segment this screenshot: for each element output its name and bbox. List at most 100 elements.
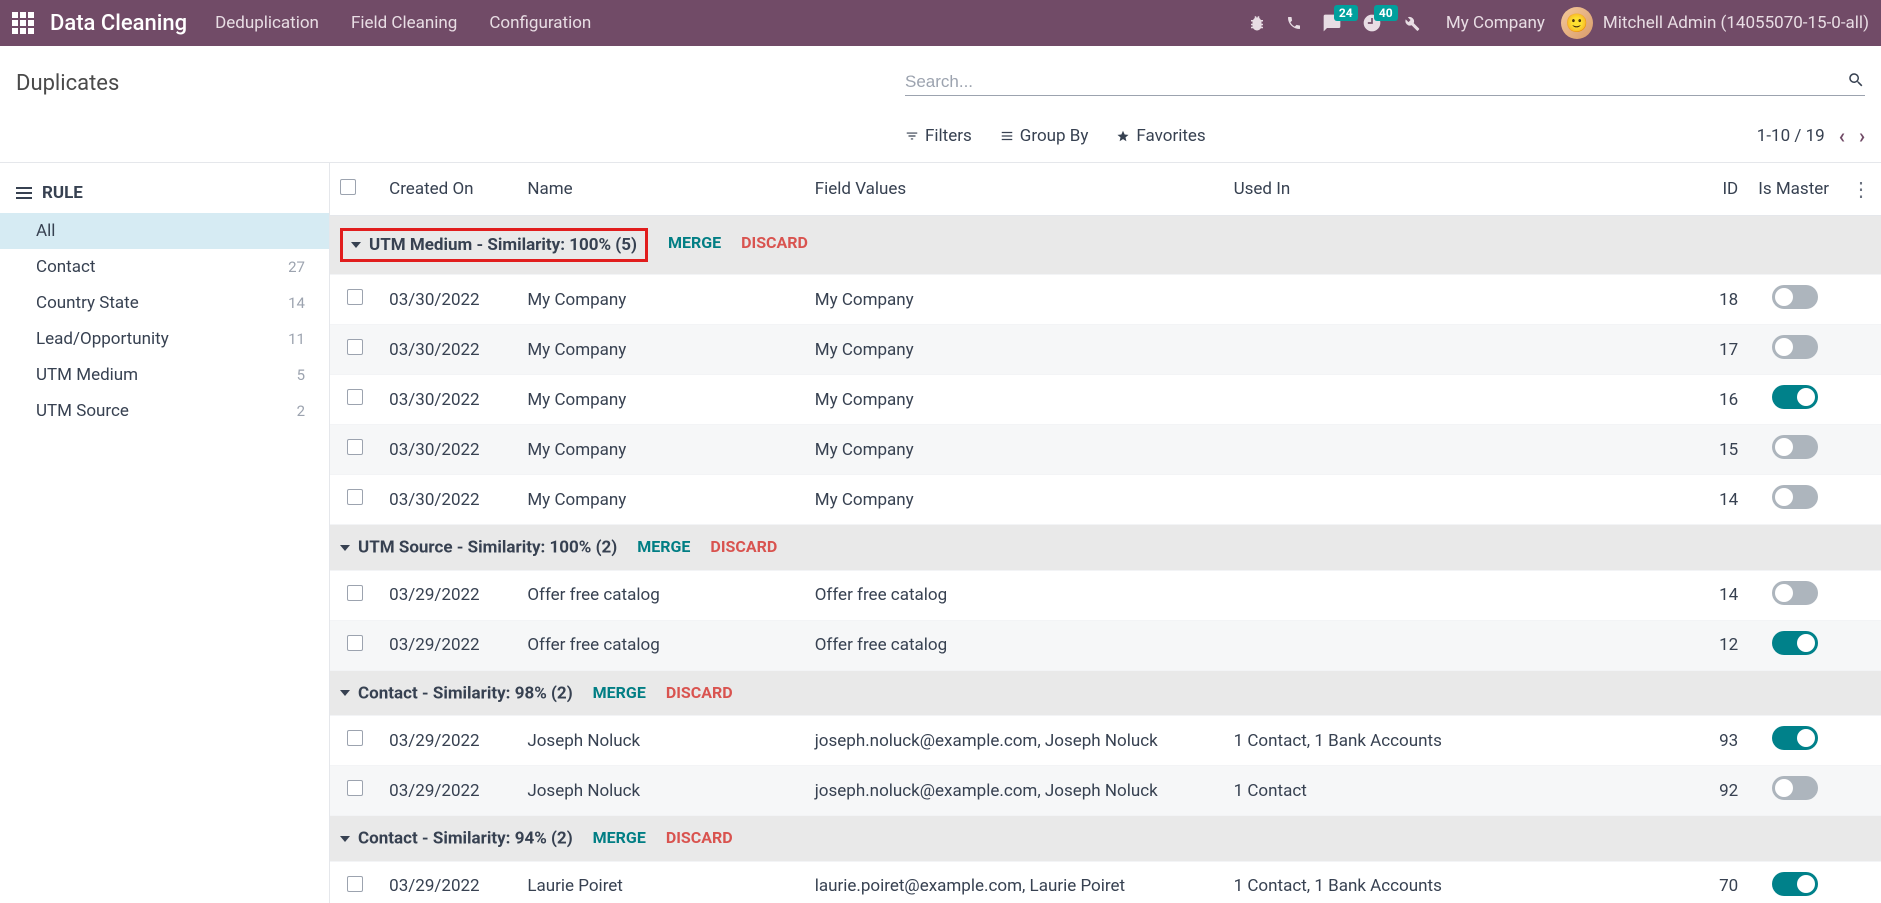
company-switcher[interactable]: My Company [1446, 13, 1545, 33]
group-header-row[interactable]: UTM Source - Similarity: 100% (2)MERGEDI… [330, 525, 1881, 571]
sidebar-header[interactable]: RULE [0, 173, 329, 213]
group-header-row[interactable]: Contact - Similarity: 98% (2)MERGEDISCAR… [330, 670, 1881, 716]
row-checkbox[interactable] [347, 389, 363, 405]
cell-field: joseph.noluck@example.com, Joseph Noluck [805, 766, 1224, 816]
discard-button[interactable]: DISCARD [666, 683, 733, 702]
row-checkbox[interactable] [347, 635, 363, 651]
filters-button[interactable]: Filters [905, 126, 972, 146]
merge-button[interactable]: MERGE [668, 233, 721, 252]
table-row[interactable]: 03/30/2022 My Company My Company 15 [330, 425, 1881, 475]
is-master-toggle[interactable] [1772, 872, 1818, 896]
apps-icon[interactable] [12, 12, 34, 34]
hamburger-icon [16, 187, 32, 199]
row-checkbox[interactable] [347, 339, 363, 355]
cell-name: Joseph Noluck [517, 716, 804, 766]
table-row[interactable]: 03/29/2022 Offer free catalog Offer free… [330, 570, 1881, 620]
cell-id: 14 [1689, 475, 1748, 525]
col-field[interactable]: Field Values [805, 163, 1224, 216]
table-row[interactable]: 03/30/2022 My Company My Company 16 [330, 375, 1881, 425]
cell-id: 18 [1689, 275, 1748, 325]
search-input[interactable] [905, 72, 1847, 92]
is-master-toggle[interactable] [1772, 726, 1818, 750]
sidebar-item-label: Contact [36, 257, 95, 277]
is-master-toggle[interactable] [1772, 631, 1818, 655]
table-row[interactable]: 03/29/2022 Laurie Poiret laurie.poiret@e… [330, 861, 1881, 903]
is-master-toggle[interactable] [1772, 285, 1818, 309]
cell-created: 03/29/2022 [379, 620, 517, 670]
merge-button[interactable]: MERGE [593, 683, 646, 702]
nav-configuration[interactable]: Configuration [489, 13, 591, 33]
merge-button[interactable]: MERGE [637, 537, 690, 556]
row-checkbox[interactable] [347, 439, 363, 455]
pager-prev[interactable]: ‹ [1839, 124, 1845, 148]
pager-text: 1-10 / 19 [1757, 126, 1825, 146]
is-master-toggle[interactable] [1772, 485, 1818, 509]
pager-next[interactable]: › [1859, 124, 1865, 148]
col-id[interactable]: ID [1689, 163, 1748, 216]
sidebar-item-count: 14 [288, 294, 305, 312]
sidebar-item[interactable]: All [0, 213, 329, 249]
cell-field: My Company [805, 325, 1224, 375]
table-row[interactable]: 03/29/2022 Joseph Noluck joseph.noluck@e… [330, 716, 1881, 766]
discard-button[interactable]: DISCARD [741, 233, 808, 252]
search-icon[interactable] [1847, 71, 1865, 93]
sidebar-item[interactable]: Contact27 [0, 249, 329, 285]
filters-label: Filters [925, 126, 972, 146]
sidebar-item[interactable]: UTM Source2 [0, 393, 329, 429]
cell-field: My Company [805, 475, 1224, 525]
row-checkbox[interactable] [347, 289, 363, 305]
table-row[interactable]: 03/30/2022 My Company My Company 17 [330, 325, 1881, 375]
is-master-toggle[interactable] [1772, 435, 1818, 459]
nav-deduplication[interactable]: Deduplication [215, 13, 319, 33]
is-master-toggle[interactable] [1772, 335, 1818, 359]
cell-created: 03/29/2022 [379, 570, 517, 620]
nav-field-cleaning[interactable]: Field Cleaning [351, 13, 457, 33]
group-header-row[interactable]: UTM Medium - Similarity: 100% (5) MERGE DI… [330, 216, 1881, 275]
table-row[interactable]: 03/30/2022 My Company My Company 18 [330, 275, 1881, 325]
col-created[interactable]: Created On [379, 163, 517, 216]
sidebar-item[interactable]: Country State14 [0, 285, 329, 321]
select-all-checkbox[interactable] [340, 179, 356, 195]
row-checkbox[interactable] [347, 780, 363, 796]
col-used[interactable]: Used In [1224, 163, 1690, 216]
chevron-down-icon [340, 545, 350, 551]
table-row[interactable]: 03/29/2022 Joseph Noluck joseph.noluck@e… [330, 766, 1881, 816]
favorites-button[interactable]: Favorites [1116, 126, 1205, 146]
app-brand[interactable]: Data Cleaning [50, 11, 187, 36]
user-avatar[interactable]: 🙂 [1561, 7, 1593, 39]
phone-icon[interactable] [1286, 15, 1302, 31]
tools-icon[interactable] [1402, 14, 1420, 32]
col-name[interactable]: Name [517, 163, 804, 216]
sidebar-item[interactable]: Lead/Opportunity11 [0, 321, 329, 357]
group-header-row[interactable]: Contact - Similarity: 94% (2)MERGEDISCAR… [330, 816, 1881, 862]
row-checkbox[interactable] [347, 876, 363, 892]
row-checkbox[interactable] [347, 585, 363, 601]
groupby-button[interactable]: Group By [1000, 126, 1089, 146]
cell-id: 93 [1689, 716, 1748, 766]
cell-id: 14 [1689, 570, 1748, 620]
cell-id: 15 [1689, 425, 1748, 475]
column-options-icon[interactable]: ⋮ [1851, 177, 1871, 201]
user-name[interactable]: Mitchell Admin (14055070-15-0-all) [1603, 13, 1869, 33]
is-master-toggle[interactable] [1772, 385, 1818, 409]
col-master[interactable]: Is Master [1748, 163, 1841, 216]
row-checkbox[interactable] [347, 489, 363, 505]
table-row[interactable]: 03/30/2022 My Company My Company 14 [330, 475, 1881, 525]
group-label: UTM Medium - Similarity: 100% (5) [369, 235, 637, 255]
search-box[interactable] [905, 71, 1865, 96]
sidebar-item[interactable]: UTM Medium5 [0, 357, 329, 393]
discard-button[interactable]: DISCARD [666, 828, 733, 847]
discard-button[interactable]: DISCARD [710, 537, 777, 556]
sidebar-header-label: RULE [42, 183, 83, 203]
merge-button[interactable]: MERGE [593, 828, 646, 847]
row-checkbox[interactable] [347, 730, 363, 746]
chevron-down-icon [340, 690, 350, 696]
cell-created: 03/30/2022 [379, 325, 517, 375]
messages-icon[interactable]: 24 [1322, 13, 1342, 33]
is-master-toggle[interactable] [1772, 581, 1818, 605]
activities-icon[interactable]: 40 [1362, 13, 1382, 33]
is-master-toggle[interactable] [1772, 776, 1818, 800]
table-row[interactable]: 03/29/2022 Offer free catalog Offer free… [330, 620, 1881, 670]
debug-icon[interactable] [1248, 14, 1266, 32]
cell-created: 03/30/2022 [379, 275, 517, 325]
